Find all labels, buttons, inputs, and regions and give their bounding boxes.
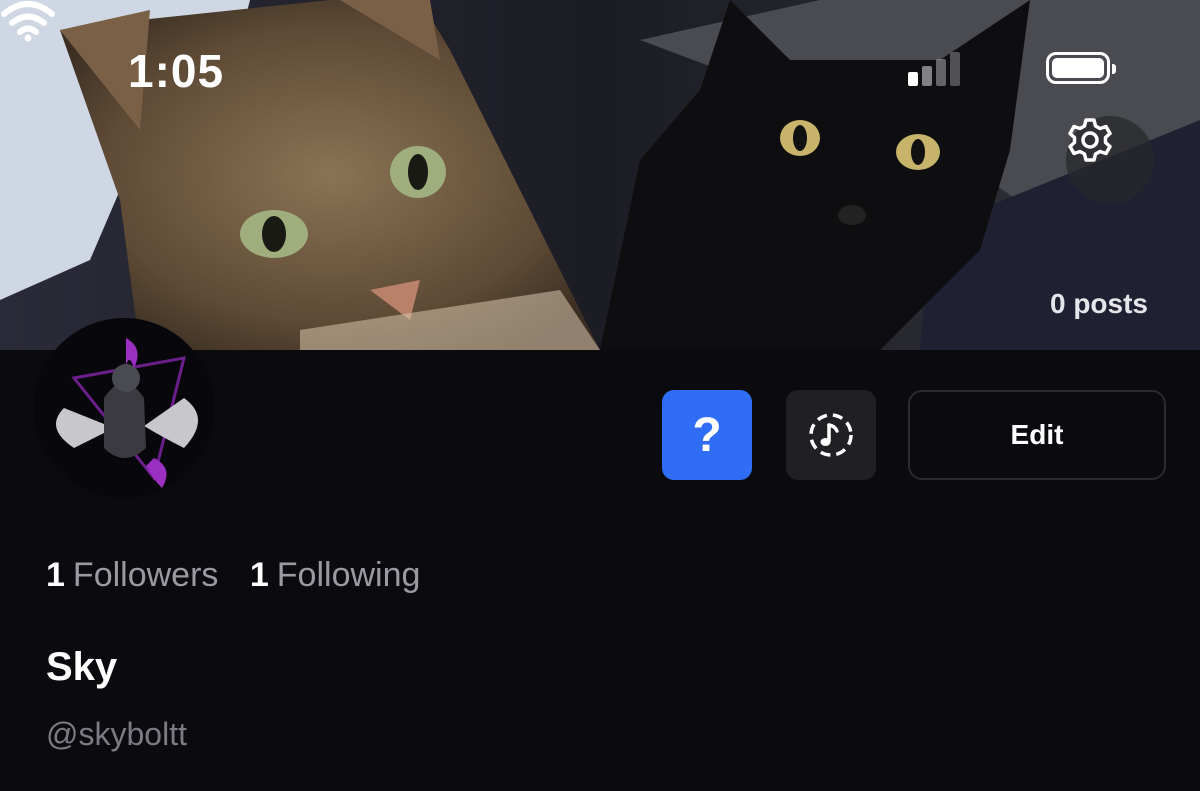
following-count: 1 xyxy=(249,556,269,594)
music-note-icon xyxy=(809,413,853,457)
followers-link[interactable]: 1 Followers xyxy=(46,556,218,595)
following-label: Following xyxy=(276,556,421,594)
following-link[interactable]: 1 Following xyxy=(250,556,421,595)
help-question-label: ? xyxy=(692,408,722,462)
settings-gear-icon xyxy=(1068,118,1112,162)
followers-count: 1 xyxy=(46,556,65,594)
signal-icon xyxy=(908,52,968,86)
display-name: Sky xyxy=(46,645,118,689)
wifi-icon xyxy=(1,1,55,42)
user-handle: @skyboltt xyxy=(46,716,187,752)
posts-count: 0 posts xyxy=(1049,288,1148,319)
settings-button[interactable] xyxy=(1066,116,1154,204)
phoenix-avatar-image xyxy=(34,318,214,498)
status-time: 1:05 xyxy=(128,45,225,97)
status-bar: 1:05 xyxy=(0,0,1200,140)
follow-stats: 1 Followers 1 Following xyxy=(46,556,442,595)
profile-banner[interactable]: 1:05 0 posts xyxy=(0,0,1200,350)
help-button[interactable]: ? xyxy=(662,390,752,480)
followers-label: Followers xyxy=(72,556,219,594)
edit-profile-button[interactable]: Edit xyxy=(908,390,1166,480)
profile-music-button[interactable] xyxy=(786,390,876,480)
avatar[interactable] xyxy=(34,318,214,498)
battery-icon xyxy=(1046,52,1116,84)
